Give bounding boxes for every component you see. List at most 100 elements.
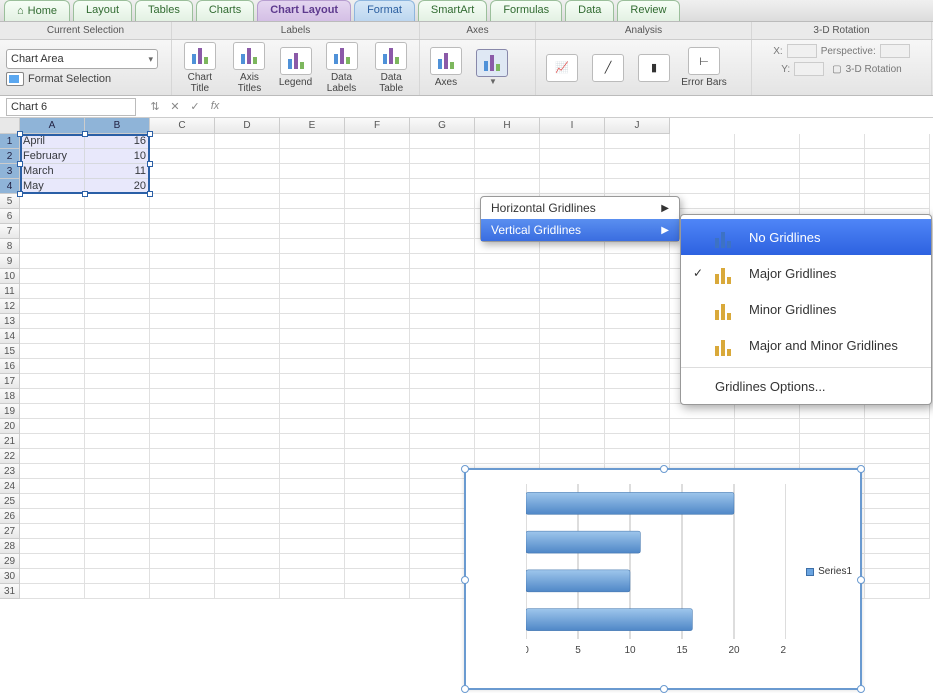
cell[interactable]	[605, 449, 670, 464]
cell[interactable]	[800, 194, 865, 209]
cell[interactable]	[20, 239, 85, 254]
cell[interactable]	[150, 524, 215, 539]
cell[interactable]	[150, 359, 215, 374]
cell[interactable]	[410, 179, 475, 194]
cell[interactable]	[150, 539, 215, 554]
cell[interactable]	[865, 179, 930, 194]
cell[interactable]	[800, 164, 865, 179]
cell[interactable]	[150, 239, 215, 254]
col-header-b[interactable]: B	[85, 118, 150, 134]
cell[interactable]	[670, 149, 735, 164]
cell[interactable]: May	[20, 179, 85, 194]
cell[interactable]	[345, 194, 410, 209]
cell[interactable]	[410, 149, 475, 164]
tab-review[interactable]: Review	[617, 0, 679, 21]
row-header[interactable]: 29	[0, 554, 20, 569]
cell[interactable]	[85, 539, 150, 554]
cell[interactable]	[735, 194, 800, 209]
cell[interactable]	[85, 419, 150, 434]
cell[interactable]	[345, 494, 410, 509]
cell[interactable]	[865, 449, 930, 464]
cell[interactable]	[85, 254, 150, 269]
cell[interactable]	[150, 389, 215, 404]
row-header[interactable]: 22	[0, 449, 20, 464]
cell[interactable]	[150, 374, 215, 389]
cell[interactable]	[20, 539, 85, 554]
cell[interactable]	[280, 134, 345, 149]
cell[interactable]	[345, 389, 410, 404]
cell[interactable]	[215, 524, 280, 539]
cell[interactable]	[215, 404, 280, 419]
cell[interactable]	[800, 134, 865, 149]
cell[interactable]	[280, 224, 345, 239]
cell[interactable]	[865, 134, 930, 149]
cell[interactable]	[280, 254, 345, 269]
cell[interactable]	[800, 419, 865, 434]
cell[interactable]	[670, 164, 735, 179]
cell[interactable]	[670, 134, 735, 149]
cell[interactable]	[540, 419, 605, 434]
cell[interactable]	[410, 254, 475, 269]
cell[interactable]	[85, 269, 150, 284]
cell[interactable]	[85, 509, 150, 524]
row-header[interactable]: 10	[0, 269, 20, 284]
cell[interactable]	[280, 464, 345, 479]
cell[interactable]	[280, 314, 345, 329]
cell[interactable]	[20, 524, 85, 539]
cell[interactable]	[215, 194, 280, 209]
cell[interactable]	[540, 359, 605, 374]
cell[interactable]: 16	[85, 134, 150, 149]
cell[interactable]: 11	[85, 164, 150, 179]
cell[interactable]	[605, 179, 670, 194]
cell[interactable]	[540, 164, 605, 179]
menu-major-gridlines[interactable]: ✓Major Gridlines	[681, 255, 931, 291]
cell[interactable]	[540, 344, 605, 359]
cell[interactable]	[540, 389, 605, 404]
cell[interactable]	[20, 314, 85, 329]
row-header[interactable]: 7	[0, 224, 20, 239]
cell[interactable]	[85, 404, 150, 419]
row-header[interactable]: 20	[0, 419, 20, 434]
cell[interactable]	[20, 434, 85, 449]
tab-formulas[interactable]: Formulas	[490, 0, 562, 21]
cell[interactable]	[215, 299, 280, 314]
cell[interactable]	[85, 569, 150, 584]
tab-format[interactable]: Format	[354, 0, 415, 21]
cell[interactable]	[540, 149, 605, 164]
cell[interactable]	[540, 449, 605, 464]
cell[interactable]	[735, 434, 800, 449]
cell[interactable]	[410, 434, 475, 449]
cell[interactable]	[215, 419, 280, 434]
cell[interactable]	[150, 419, 215, 434]
cell[interactable]	[215, 359, 280, 374]
cell[interactable]	[20, 194, 85, 209]
cell[interactable]	[345, 269, 410, 284]
cell[interactable]	[670, 434, 735, 449]
cell[interactable]	[475, 389, 540, 404]
cell[interactable]	[215, 434, 280, 449]
cell[interactable]	[345, 449, 410, 464]
cell[interactable]	[345, 179, 410, 194]
cell[interactable]	[540, 314, 605, 329]
cell[interactable]	[150, 299, 215, 314]
cell[interactable]	[410, 134, 475, 149]
cell[interactable]	[735, 419, 800, 434]
cell[interactable]	[280, 239, 345, 254]
row-header[interactable]: 28	[0, 539, 20, 554]
cell[interactable]	[20, 509, 85, 524]
cell[interactable]	[280, 449, 345, 464]
cell[interactable]	[865, 524, 930, 539]
cell[interactable]	[280, 329, 345, 344]
cell[interactable]	[85, 209, 150, 224]
menu-vertical-gridlines[interactable]: Vertical Gridlines▶	[481, 219, 679, 241]
cell[interactable]	[345, 224, 410, 239]
cell[interactable]	[215, 284, 280, 299]
cell[interactable]	[85, 554, 150, 569]
col-header-i[interactable]: I	[540, 118, 605, 134]
cell[interactable]	[605, 419, 670, 434]
cell[interactable]	[215, 269, 280, 284]
cell[interactable]	[150, 314, 215, 329]
cell[interactable]	[800, 179, 865, 194]
cell[interactable]	[865, 494, 930, 509]
cell[interactable]	[215, 449, 280, 464]
